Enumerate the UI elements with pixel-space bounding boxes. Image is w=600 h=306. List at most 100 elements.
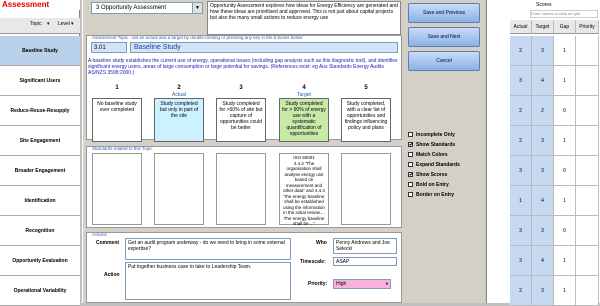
topic-row[interactable]: Baseline Study — [0, 36, 80, 66]
score-cell[interactable]: 4 — [532, 246, 554, 276]
assessment-select[interactable]: 3 Opportunity Assessment ▼ — [91, 2, 203, 14]
chevron-down-icon[interactable]: ▼ — [385, 281, 389, 287]
topic-row[interactable]: Broader Engagement — [0, 156, 80, 186]
topic-column-header[interactable]: Topic — [30, 21, 42, 27]
score-cell[interactable]: 2 — [510, 96, 532, 126]
save-previous-button[interactable]: Save and Previous — [408, 3, 480, 23]
level-text[interactable]: Study completed for > 90% of energy use … — [279, 98, 329, 142]
topic-row[interactable]: Recognition — [0, 216, 80, 246]
timescale-field[interactable]: ASAP — [333, 257, 397, 266]
option-incomplete-only[interactable]: Incomplete Only — [408, 131, 480, 139]
priority-value: High — [336, 281, 347, 287]
checkbox-icon[interactable] — [408, 152, 413, 158]
score-cell[interactable]: 3 — [510, 246, 532, 276]
scores-filter[interactable]: Enter values or click on grid — [530, 10, 598, 18]
score-cell[interactable] — [576, 96, 599, 126]
score-cell[interactable]: 3 — [532, 276, 554, 306]
score-cell[interactable]: 1 — [554, 276, 576, 306]
score-cell[interactable] — [576, 246, 599, 276]
comment-field[interactable]: Get an audit program underway - do we ne… — [125, 238, 291, 260]
level-box-3[interactable]: 3 Study completed for >50% of site but c… — [216, 85, 266, 145]
topic-row[interactable]: Site Engagement — [0, 126, 80, 156]
score-cell[interactable]: 3 — [510, 156, 532, 186]
sheet-title: Assessment — [0, 0, 80, 10]
checkbox-icon[interactable]: ✔ — [408, 142, 413, 148]
option-match-colors[interactable]: Match Colors — [408, 151, 480, 159]
scores-column-header: Target — [532, 20, 554, 34]
level-box-4[interactable]: 4 Target Study completed for > 90% of en… — [279, 85, 329, 145]
action-field[interactable]: Put together business case to take to Le… — [125, 262, 291, 300]
level-column-header[interactable]: Level — [58, 21, 70, 27]
option-show-scores[interactable]: ✔ Show Scores — [408, 171, 480, 179]
checkbox-icon[interactable] — [408, 162, 413, 168]
topic-row[interactable]: Significant Users — [0, 66, 80, 96]
option-bold-on-entry[interactable]: Bold on Entry — [408, 181, 480, 189]
option-show-standards[interactable]: ✔ Show Standards — [408, 141, 480, 149]
score-cell[interactable]: 0 — [554, 216, 576, 246]
topic-row[interactable]: Operational Variability — [0, 276, 80, 306]
checkbox-icon[interactable] — [408, 192, 413, 198]
score-cell[interactable] — [576, 156, 599, 186]
score-cell[interactable] — [576, 66, 599, 96]
score-cell[interactable]: 1 — [554, 186, 576, 216]
row-note — [486, 66, 510, 96]
chevron-down-icon[interactable]: ▼ — [192, 3, 202, 13]
timescale-label: Timescale: — [300, 259, 326, 265]
level-box-5[interactable]: 5 Study completed, with a clear list of … — [341, 85, 391, 145]
score-cell[interactable] — [576, 276, 599, 306]
score-cell[interactable] — [576, 186, 599, 216]
score-cell[interactable]: 3 — [510, 66, 532, 96]
score-cell[interactable]: 1 — [554, 246, 576, 276]
level-box-1[interactable]: 1 No baseline study ever completed — [92, 85, 142, 145]
score-cell[interactable] — [576, 126, 599, 156]
score-cell[interactable]: 3 — [532, 126, 554, 156]
score-cell[interactable] — [576, 216, 599, 246]
score-cell[interactable]: 3 — [532, 36, 554, 66]
level-number: 4 — [302, 85, 306, 91]
level-text[interactable]: Study completed, with a clear list of op… — [341, 98, 391, 142]
cancel-button[interactable]: Cancel — [408, 51, 480, 71]
topic-row[interactable]: Identification — [0, 186, 80, 216]
score-cell[interactable]: 0 — [554, 96, 576, 126]
checkbox-icon[interactable] — [408, 182, 413, 188]
score-cell[interactable]: 0 — [554, 156, 576, 186]
level-text[interactable]: Study completed but only in part of the … — [154, 98, 204, 142]
score-cell[interactable]: 2 — [510, 276, 532, 306]
score-cell[interactable] — [576, 36, 599, 66]
scores-column-header: Priority — [576, 20, 599, 34]
level-text[interactable]: Study completed for >50% of site but cap… — [216, 98, 266, 142]
checkbox-icon[interactable]: ✔ — [408, 172, 413, 178]
checkbox-icon[interactable] — [408, 132, 413, 138]
score-cell[interactable]: 2 — [510, 126, 532, 156]
score-cell[interactable]: 3 — [510, 216, 532, 246]
level-text[interactable]: No baseline study ever completed — [92, 98, 142, 142]
standard-box-5 — [341, 153, 391, 225]
score-cell[interactable]: 4 — [532, 186, 554, 216]
topic-row[interactable]: Reduce-Reuse-Resupply — [0, 96, 80, 126]
score-cell[interactable]: 1 — [554, 126, 576, 156]
score-cell[interactable]: 2 — [510, 36, 532, 66]
who-label: Who — [316, 240, 327, 246]
score-cell[interactable]: 4 — [532, 66, 554, 96]
priority-select[interactable]: High ▼ — [333, 279, 391, 289]
level-filter-icon[interactable]: ▾ — [71, 21, 74, 27]
save-next-button[interactable]: Save and Next — [408, 27, 480, 47]
score-cell[interactable]: 3 — [532, 216, 554, 246]
topic-row[interactable]: Opportunity Evaluation — [0, 246, 80, 276]
standard-box-2 — [154, 153, 204, 225]
who-field[interactable]: Penny Andrews and Joe Selecki — [333, 238, 397, 254]
score-cell[interactable]: 1 — [554, 66, 576, 96]
standard-box-1 — [92, 153, 142, 225]
level-box-2[interactable]: 2 Actual Study completed but only in par… — [154, 85, 204, 145]
option-expand-standards[interactable]: Expand Standards — [408, 161, 480, 169]
row-note — [486, 186, 510, 216]
score-cell[interactable]: 3 — [532, 156, 554, 186]
topic-filter-icon[interactable]: ▾ — [47, 21, 50, 27]
row-note — [486, 156, 510, 186]
topic-description: A baseline study establishes the current… — [88, 58, 398, 76]
score-cell[interactable]: 1 — [510, 186, 532, 216]
option-border-on-entry[interactable]: Border on Entry — [408, 191, 480, 199]
option-label: Incomplete Only — [416, 132, 455, 138]
score-cell[interactable]: 1 — [554, 36, 576, 66]
score-cell[interactable]: 2 — [532, 96, 554, 126]
